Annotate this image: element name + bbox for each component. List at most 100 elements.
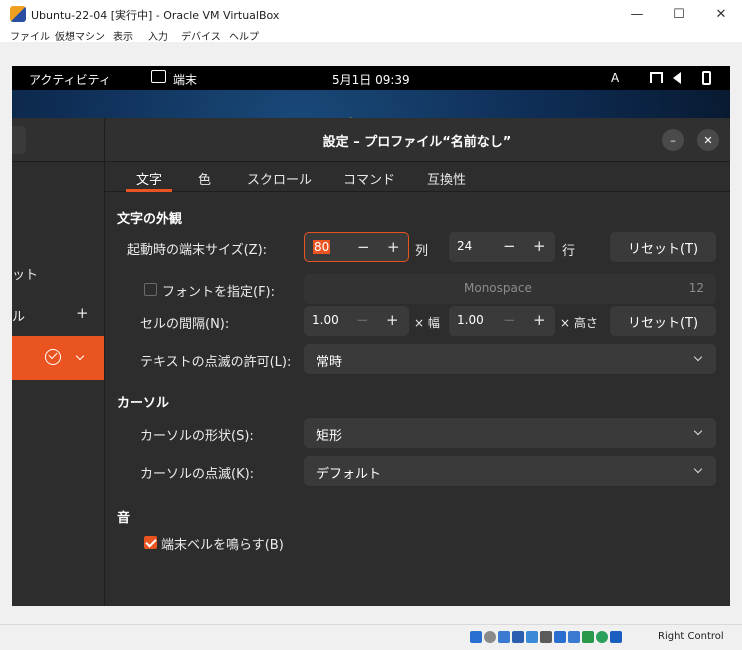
cursor-shape-label: カーソルの形状(S): (140, 429, 254, 444)
columns-increment-button[interactable]: + (387, 238, 400, 256)
cursor-shape-combobox[interactable]: 矩形 (304, 418, 716, 448)
chevron-down-icon (693, 426, 703, 436)
custom-font-checkbox[interactable] (144, 283, 157, 296)
clock[interactable]: 5月1日 09:39 (332, 71, 410, 88)
menu-help[interactable]: ヘルプ (229, 28, 259, 43)
input-method-indicator[interactable]: A (611, 71, 619, 85)
font-chooser-button[interactable]: Monospace 12 (304, 274, 716, 304)
menu-machine[interactable]: 仮想マシン (55, 28, 105, 43)
rows-spinbutton[interactable]: 24 − + (449, 232, 555, 262)
profile-tabs: 文字 色 スクロール コマンド 互換性 (104, 162, 730, 192)
font-name: Monospace (464, 281, 532, 295)
network-adapter-icon[interactable] (512, 631, 524, 643)
menu-file[interactable]: ファイル (10, 28, 50, 43)
video-capture-icon[interactable] (568, 631, 580, 643)
tab-scrolling[interactable]: スクロール (247, 169, 312, 188)
terminal-app-icon (151, 70, 166, 83)
cell-spacing-label: セルの間隔(N): (140, 317, 230, 332)
battery-icon[interactable] (702, 71, 711, 85)
cell-width-increment-button[interactable]: + (386, 311, 399, 329)
terminal-bell-label: 端末ベルを鳴らす(B) (161, 538, 284, 553)
cell-height-decrement-button[interactable]: − (503, 311, 516, 329)
tab-command[interactable]: コマンド (343, 169, 395, 188)
rows-increment-button[interactable]: + (533, 237, 546, 255)
cursor-blink-combobox[interactable]: デフォルト (304, 456, 716, 486)
network-icon[interactable] (650, 72, 663, 83)
guest-screen: アクティビティ 端末 5月1日 09:39 A ット ル + 設定 – プロファ… (12, 66, 730, 606)
profile-preferences-dialog: 設定 – プロファイル“名前なし” – ✕ 文字 色 スクロール コマンド 互換… (104, 118, 730, 606)
section-sound: 音 (117, 511, 131, 526)
cell-width-spinbutton[interactable]: 1.00 − + (304, 306, 409, 336)
columns-value[interactable]: 80 (313, 240, 331, 254)
text-blink-combobox[interactable]: 常時 (304, 344, 716, 374)
menu-devices[interactable]: デバイス (181, 28, 221, 43)
reset-size-button[interactable]: リセット(T) (610, 232, 716, 262)
audio-icon[interactable] (498, 631, 510, 643)
cell-height-spinbutton[interactable]: 1.00 − + (449, 306, 555, 336)
cell-height-increment-button[interactable]: + (533, 311, 546, 329)
section-text-appearance: 文字の外観 (117, 212, 183, 227)
reset-spacing-button[interactable]: リセット(T) (610, 306, 716, 336)
chevron-down-icon[interactable] (75, 351, 85, 361)
cpu-icon[interactable] (582, 631, 594, 643)
minimize-button[interactable]: — (616, 0, 658, 28)
preferences-sidebar-window: ット ル + (12, 118, 104, 606)
shared-folders-icon[interactable] (540, 631, 552, 643)
app-menu-label[interactable]: 端末 (173, 71, 197, 88)
cell-width-decrement-button[interactable]: − (356, 311, 369, 329)
sidebar-search-button[interactable] (12, 126, 26, 154)
cell-width-unit: × 幅 (414, 316, 440, 330)
cell-width-value[interactable]: 1.00 (312, 313, 339, 327)
tab-compatibility[interactable]: 互換性 (427, 169, 466, 188)
dialog-close-button[interactable]: ✕ (697, 129, 719, 151)
device-status-icons (470, 631, 622, 643)
chevron-down-icon (693, 464, 703, 474)
add-profile-button[interactable]: + (76, 304, 89, 322)
custom-font-label: フォントを指定(F): (162, 285, 276, 300)
initial-size-label: 起動時の端末サイズ(Z): (127, 243, 268, 258)
dialog-title: 設定 – プロファイル“名前なし” (322, 135, 512, 150)
menu-view[interactable]: 表示 (113, 28, 133, 43)
dialog-left-border (104, 118, 105, 606)
section-cursor: カーソル (117, 396, 170, 411)
display-icon[interactable] (554, 631, 566, 643)
sidebar-item-profile-unnamed[interactable] (12, 336, 104, 380)
maximize-button[interactable]: ☐ (658, 0, 700, 28)
cursor-blink-label: カーソルの点滅(K): (140, 467, 255, 482)
usb-icon[interactable] (526, 631, 538, 643)
active-tab-indicator (126, 189, 172, 192)
rows-value[interactable]: 24 (457, 239, 472, 253)
font-size: 12 (688, 281, 704, 295)
rows-unit: 行 (562, 244, 576, 259)
sidebar-header (12, 118, 104, 162)
virtualbox-menubar: ファイル 仮想マシン 表示 入力 デバイス ヘルプ (0, 28, 742, 43)
close-button[interactable]: ✕ (700, 0, 742, 28)
sidebar-item-shortcuts[interactable]: ット (12, 264, 38, 283)
cell-height-value[interactable]: 1.00 (457, 313, 484, 327)
optical-drive-icon[interactable] (484, 631, 496, 643)
rows-decrement-button[interactable]: − (503, 237, 516, 255)
cell-height-unit: × 高さ (560, 316, 598, 330)
activities-button[interactable]: アクティビティ (29, 71, 111, 88)
menu-input[interactable]: 入力 (148, 28, 168, 43)
keyboard-capture-icon[interactable] (610, 631, 622, 643)
virtualbox-logo-icon (10, 6, 26, 22)
cursor-shape-value: 矩形 (316, 429, 343, 444)
host-key-label: Right Control (658, 631, 724, 642)
tab-colors[interactable]: 色 (198, 169, 211, 188)
window-title: Ubuntu-22-04 [実行中] - Oracle VM VirtualBo… (31, 9, 280, 22)
mouse-integration-icon[interactable] (596, 631, 608, 643)
sidebar-item-profiles: ル (12, 310, 26, 325)
hard-disk-icon[interactable] (470, 631, 482, 643)
gnome-top-bar: アクティビティ 端末 5月1日 09:39 A (12, 66, 730, 90)
terminal-bell-checkbox[interactable] (144, 536, 157, 549)
columns-decrement-button[interactable]: − (357, 238, 370, 256)
virtualbox-titlebar: Ubuntu-22-04 [実行中] - Oracle VM VirtualBo… (0, 0, 742, 28)
volume-icon[interactable] (673, 72, 681, 84)
chevron-down-icon (693, 352, 703, 362)
dialog-header: 設定 – プロファイル“名前なし” – ✕ (104, 118, 730, 162)
dialog-minimize-button[interactable]: – (662, 129, 684, 151)
tab-text[interactable]: 文字 (136, 169, 162, 188)
columns-spinbutton[interactable]: 80 − + (304, 232, 409, 262)
virtualbox-statusbar: Right Control (0, 624, 742, 650)
